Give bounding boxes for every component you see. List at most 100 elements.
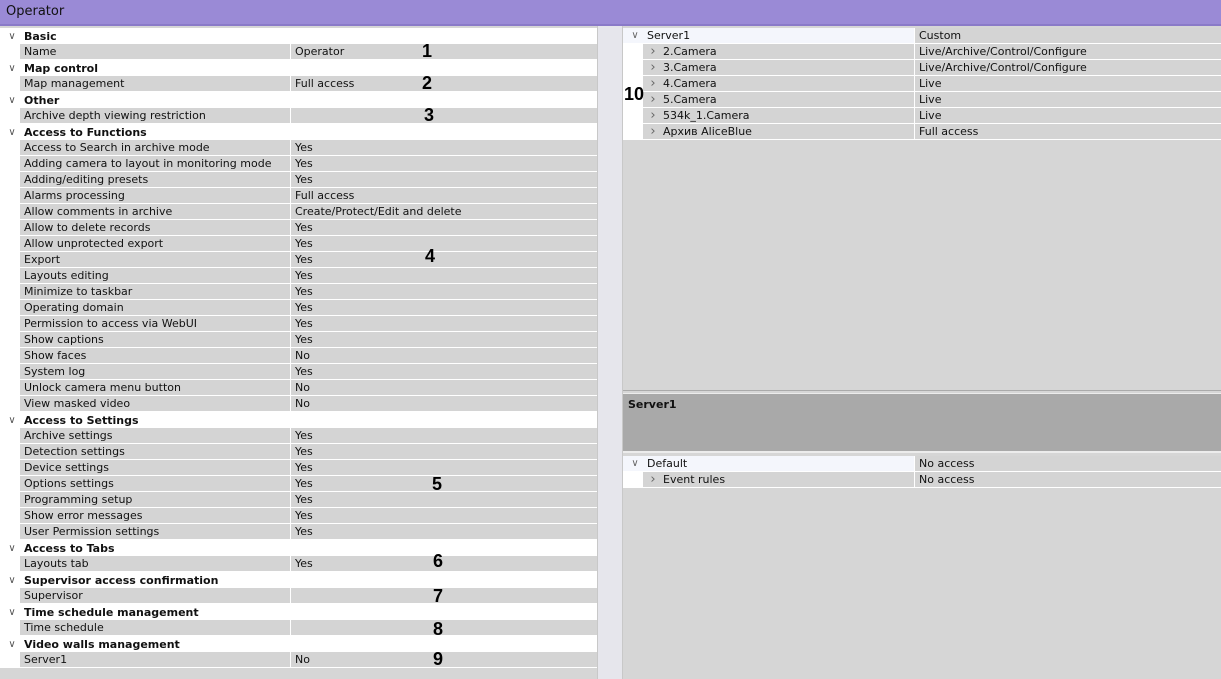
property-row[interactable]: System log Yes xyxy=(0,364,597,380)
property-row[interactable]: Unlock camera menu button No xyxy=(0,380,597,396)
property-value[interactable]: Full access xyxy=(291,76,597,91)
node-value[interactable]: No access xyxy=(915,472,1221,487)
property-row[interactable]: Adding camera to layout in monitoring mo… xyxy=(0,156,597,172)
property-row[interactable]: View masked video No xyxy=(0,396,597,412)
node-value[interactable]: Live xyxy=(915,108,1221,123)
tree-child-row[interactable]: › Архив AliceBlue Full access xyxy=(623,124,1221,140)
property-value[interactable]: No xyxy=(291,396,597,411)
property-value[interactable]: Yes xyxy=(291,508,597,523)
chevron-down-icon[interactable]: ∨ xyxy=(0,415,24,426)
chevron-right-icon[interactable]: › xyxy=(643,108,663,123)
chevron-down-icon[interactable]: ∨ xyxy=(623,28,647,43)
node-value[interactable]: Live/Archive/Control/Configure xyxy=(915,44,1221,59)
property-value[interactable]: Yes xyxy=(291,476,597,491)
tree-node[interactable]: › 3.Camera xyxy=(623,60,915,75)
property-row[interactable]: Time schedule xyxy=(0,620,597,636)
property-row[interactable]: Alarms processing Full access xyxy=(0,188,597,204)
property-row[interactable]: Programming setup Yes xyxy=(0,492,597,508)
chevron-down-icon[interactable]: ∨ xyxy=(0,127,24,138)
property-row[interactable]: Server1 No xyxy=(0,652,597,668)
property-value[interactable]: Yes xyxy=(291,460,597,475)
section-header[interactable]: ∨ Access to Tabs xyxy=(0,540,597,556)
chevron-down-icon[interactable]: ∨ xyxy=(0,607,24,618)
tree-node[interactable]: › 4.Camera xyxy=(623,76,915,91)
chevron-right-icon[interactable]: › xyxy=(643,92,663,107)
property-value[interactable] xyxy=(291,620,597,635)
section-header[interactable]: ∨ Other xyxy=(0,92,597,108)
property-row[interactable]: Access to Search in archive mode Yes xyxy=(0,140,597,156)
tree-node[interactable]: ∨ Default xyxy=(623,456,915,471)
property-row[interactable]: Minimize to taskbar Yes xyxy=(0,284,597,300)
node-value[interactable]: No access xyxy=(915,456,1221,471)
section-header[interactable]: ∨ Video walls management xyxy=(0,636,597,652)
section-header[interactable]: ∨ Supervisor access confirmation xyxy=(0,572,597,588)
chevron-down-icon[interactable]: ∨ xyxy=(0,639,24,650)
section-header[interactable]: ∨ Map control xyxy=(0,60,597,76)
property-value[interactable]: Yes xyxy=(291,284,597,299)
section-header[interactable]: ∨ Access to Settings xyxy=(0,412,597,428)
node-value[interactable]: Live xyxy=(915,92,1221,107)
property-value[interactable]: Yes xyxy=(291,524,597,539)
property-value[interactable]: Create/Protect/Edit and delete xyxy=(291,204,597,219)
section-header[interactable]: ∨ Basic xyxy=(0,28,597,44)
tree-child-row[interactable]: › 2.Camera Live/Archive/Control/Configure xyxy=(623,44,1221,60)
property-value[interactable]: Yes xyxy=(291,316,597,331)
tree-child-row[interactable]: › 3.Camera Live/Archive/Control/Configure xyxy=(623,60,1221,76)
node-value[interactable]: Live xyxy=(915,76,1221,91)
chevron-down-icon[interactable]: ∨ xyxy=(0,31,24,42)
tree-child-row[interactable]: › 4.Camera Live xyxy=(623,76,1221,92)
section-header[interactable]: ∨ Time schedule management xyxy=(0,604,597,620)
property-row[interactable]: Allow unprotected export Yes xyxy=(0,236,597,252)
tree-node[interactable]: ∨ Server1 xyxy=(623,28,915,43)
chevron-down-icon[interactable]: ∨ xyxy=(0,575,24,586)
property-value[interactable]: No xyxy=(291,380,597,395)
property-row[interactable]: Adding/editing presets Yes xyxy=(0,172,597,188)
property-value[interactable]: Yes xyxy=(291,332,597,347)
property-row[interactable]: Operating domain Yes xyxy=(0,300,597,316)
tree-root-row[interactable]: ∨ Default No access xyxy=(623,456,1221,472)
property-row[interactable]: User Permission settings Yes xyxy=(0,524,597,540)
chevron-right-icon[interactable]: › xyxy=(643,60,663,75)
property-value[interactable]: Yes xyxy=(291,156,597,171)
property-row[interactable]: Detection settings Yes xyxy=(0,444,597,460)
property-value[interactable]: Yes xyxy=(291,444,597,459)
property-value[interactable] xyxy=(291,108,597,123)
property-value[interactable]: Full access xyxy=(291,188,597,203)
property-row[interactable]: Show error messages Yes xyxy=(0,508,597,524)
property-value[interactable]: Yes xyxy=(291,140,597,155)
chevron-down-icon[interactable]: ∨ xyxy=(0,543,24,554)
tree-child-row[interactable]: › 534k_1.Camera Live xyxy=(623,108,1221,124)
chevron-down-icon[interactable]: ∨ xyxy=(0,63,24,74)
property-row[interactable]: Show faces No xyxy=(0,348,597,364)
chevron-down-icon[interactable]: ∨ xyxy=(0,95,24,106)
property-row[interactable]: Options settings Yes xyxy=(0,476,597,492)
property-value[interactable]: Yes xyxy=(291,252,597,267)
tree-root-row[interactable]: ∨ Server1 Custom xyxy=(623,28,1221,44)
property-value[interactable]: Yes xyxy=(291,428,597,443)
property-value[interactable]: Yes xyxy=(291,236,597,251)
property-value[interactable]: Yes xyxy=(291,492,597,507)
splitter[interactable] xyxy=(597,26,623,679)
property-value[interactable]: Yes xyxy=(291,300,597,315)
property-row[interactable]: Layouts tab Yes xyxy=(0,556,597,572)
property-row[interactable]: Name Operator xyxy=(0,44,597,60)
property-row[interactable]: Supervisor xyxy=(0,588,597,604)
property-row[interactable]: Archive depth viewing restriction xyxy=(0,108,597,124)
chevron-down-icon[interactable]: ∨ xyxy=(623,456,647,471)
property-row[interactable]: Export Yes xyxy=(0,252,597,268)
tree-node[interactable]: › 2.Camera xyxy=(623,44,915,59)
property-row[interactable]: Permission to access via WebUI Yes xyxy=(0,316,597,332)
tree-child-row[interactable]: › Event rules No access xyxy=(623,472,1221,488)
property-row[interactable]: Show captions Yes xyxy=(0,332,597,348)
property-row[interactable]: Map management Full access xyxy=(0,76,597,92)
property-value[interactable] xyxy=(291,588,597,603)
section-header[interactable]: ∨ Access to Functions xyxy=(0,124,597,140)
property-value[interactable]: Yes xyxy=(291,220,597,235)
property-value[interactable]: Yes xyxy=(291,556,597,571)
property-row[interactable]: Allow to delete records Yes xyxy=(0,220,597,236)
property-row[interactable]: Device settings Yes xyxy=(0,460,597,476)
property-row[interactable]: Allow comments in archive Create/Protect/… xyxy=(0,204,597,220)
chevron-right-icon[interactable]: › xyxy=(643,124,663,139)
tree-node[interactable]: › 534k_1.Camera xyxy=(623,108,915,123)
chevron-right-icon[interactable]: › xyxy=(643,44,663,59)
